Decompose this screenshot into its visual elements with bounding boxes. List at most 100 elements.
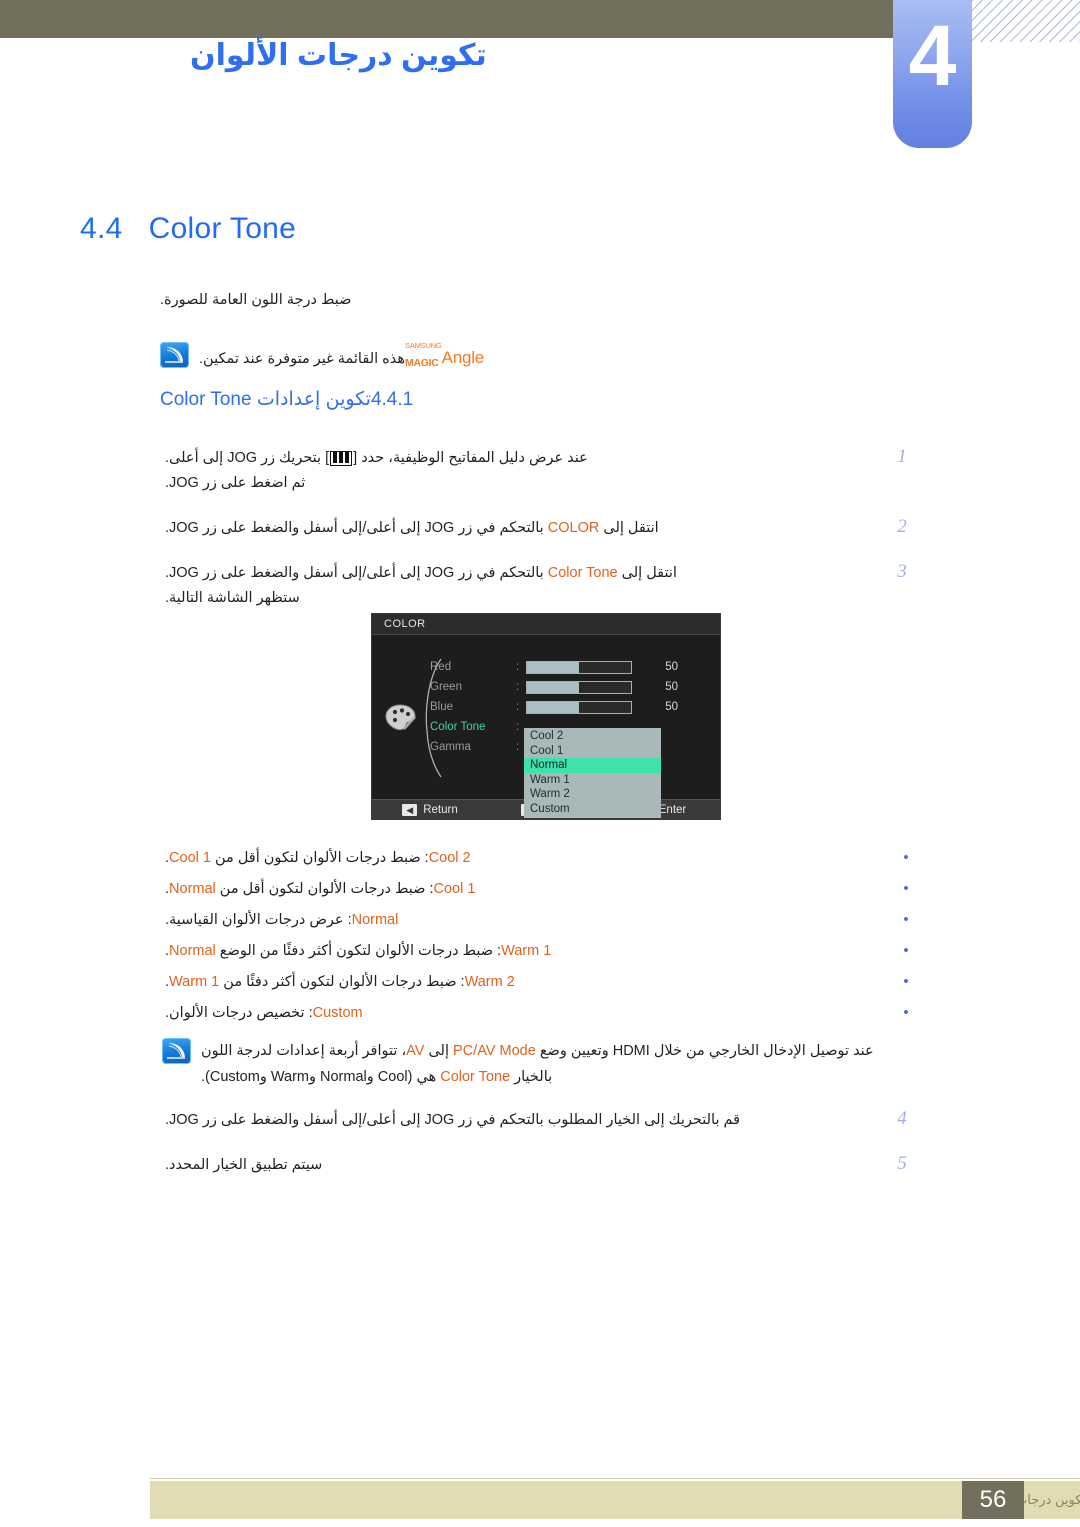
note-icon [162,1038,191,1064]
osd-action-label: Enter [658,803,687,816]
page-title: 4.4 Color Tone [80,212,1000,246]
bullet-dot: • [903,849,909,866]
bullet-text-a: : عرض درجات الألوان القياسية. [165,912,352,928]
step-item: 5 سيتم تطبيق الخيار المحدد. [165,1153,910,1178]
osd-row-label: Color Tone [430,721,486,733]
subsection-title-en: Color Tone [160,389,252,410]
dropdown-option-warm1[interactable]: Warm 1 [524,773,661,788]
header-hatch-pattern [972,0,1080,42]
osd-action-return[interactable]: ◀ Return [372,803,488,816]
step-index: 5 [897,1153,907,1174]
osd-title: COLOR [372,614,720,635]
osd-row-colon: : [516,661,520,673]
note2-highlight-colortone: Color Tone [440,1069,511,1085]
header-bar [0,0,893,38]
osd-action-label: Return [423,803,458,816]
left-arrow-icon: ◀ [402,803,418,816]
step-item: 1 عند عرض دليل المفاتيح الوظيفية، حدد []… [165,446,910,496]
bullet-dot: • [903,911,909,928]
step-item: 2 انتقل إلى COLOR بالتحكم في زر JOG إلى … [165,516,910,541]
note-availability: SAMSUNG MAGIC Angle هذه القائمة غير متوفرة … [160,340,910,370]
osd-row-blue[interactable]: Blue : 50 [430,697,720,717]
bullet-term: Custom [312,1005,363,1021]
samsung-label: SAMSUNG [405,341,442,350]
steps-list-continued: 4 قم بالتحريك إلى الخيار المطلوب بالتحكم… [165,1108,910,1198]
osd-row-label: Green [430,681,462,693]
step-body: انتقل إلى COLOR بالتحكم في زر JOG إلى أع… [165,516,880,541]
chapter-title: تكوين درجات الألوان [190,39,487,72]
note2-line1-c: ، تتوافر أربعة إعدادات لدرجة اللون [201,1043,407,1059]
step-text-b: بالتحكم في زر JOG إلى أعلى/إلى أسفل والض… [165,565,544,581]
osd-row-label: Gamma [430,741,471,753]
note-availability-prefix: هذه القائمة غير متوفرة عند تمكين [203,351,406,367]
feather-glyph [167,1043,185,1059]
note2-line2-a: بالخيار [514,1069,553,1085]
osd-row-value: 50 [665,661,678,673]
note2-line1-b: إلى [428,1043,449,1059]
bullet-text-a: : ضبط درجات الألوان لتكون أكثر دفئًا من … [219,943,502,959]
bullet-text: Custom: تخصيص درجات الألوان. [165,1001,890,1025]
note-hdmi-text: عند توصيل الإدخال الخارجي من خلال HDMI و… [201,1038,910,1090]
osd-slider-blue[interactable] [526,700,632,714]
step-body: عند عرض دليل المفاتيح الوظيفية، حدد [ ] ب… [165,446,880,496]
magic-label: MAGIC [405,357,439,369]
step-text-b: ] بتحريك زر JOG إلى أعلى. [165,450,330,466]
osd-row-colon: : [516,681,520,693]
bullet-term-secondary: Warm 1 [169,974,220,990]
osd-slider-green[interactable] [526,680,632,694]
bullet-dot: • [903,942,909,959]
step-index: 4 [897,1108,907,1129]
bullet-text: Cool 2: ضبط درجات الألوان لتكون أقل من C… [165,846,890,870]
dropdown-option-normal[interactable]: Normal [524,758,661,773]
footer-chapter-label: تكوين درجات الألوان [976,1492,1080,1507]
bullet-dot: • [903,1004,909,1021]
bullet-text-a: : ضبط درجات الألوان لتكون أكثر دفئًا من [223,974,465,990]
bullet-term-secondary: Normal [169,881,216,897]
bullet-text: Normal: عرض درجات الألوان القياسية. [165,908,890,932]
bullet-term-secondary: Cool 1 [169,850,211,866]
osd-row-red[interactable]: Red : 50 [430,657,720,677]
bullet-term-secondary: Normal [169,943,216,959]
step-index: 1 [897,446,907,467]
subsection-number: 4.4.1 [370,389,414,410]
osd-row-label: Blue [430,701,454,713]
subsection-title-ar: تكوين إعدادات [256,389,371,410]
chapter-tab: 4 [893,0,972,148]
color-tone-options-list: • Cool 2: ضبط درجات الألوان لتكون أقل من… [165,846,910,1032]
osd-row-colon: : [516,701,520,713]
bullet-term: Warm 1 [501,943,552,959]
step-body: سيتم تطبيق الخيار المحدد. [165,1157,323,1173]
step-text-a: عند عرض دليل المفاتيح الوظيفية، حدد [ [353,450,588,466]
dropdown-option-cool1[interactable]: Cool 1 [524,744,661,759]
osd-dropdown-color-tone[interactable]: Cool 2 Cool 1 Normal Warm 1 Warm 2 Custo… [524,728,661,818]
page-number: 56 [962,1481,1024,1519]
note2-line1-a: عند توصيل الإدخال الخارجي من خلال HDMI و… [539,1043,874,1059]
bullet-text-a: : تخصيص درجات الألوان. [165,1005,313,1021]
step-body: انتقل إلى Color Tone بالتحكم في زر JOG إ… [165,561,880,611]
dropdown-option-cool2[interactable]: Cool 2 [524,729,661,744]
bullet-dot: • [903,880,909,897]
list-item: • Warm 2: ضبط درجات الألوان لتكون أكثر د… [165,970,910,994]
section-title-text: Color Tone [148,212,297,245]
note-availability-text: SAMSUNG MAGIC Angle هذه القائمة غير متوفرة … [199,341,484,369]
bullet-term: Cool 1 [433,881,476,897]
feather-glyph [165,347,183,363]
bullet-term: Cool 2 [428,850,471,866]
osd-row-green[interactable]: Green : 50 [430,677,720,697]
manual-page: 4 تكوين درجات الألوان 4.4 Color Tone ضبط … [0,0,1080,1527]
osd-row-value: 50 [665,701,678,713]
dropdown-option-warm2[interactable]: Warm 2 [524,787,661,802]
step-text-b: بالتحكم في زر JOG إلى أعلى/إلى أسفل والض… [165,520,544,536]
steps-list: 1 عند عرض دليل المفاتيح الوظيفية، حدد []… [165,446,910,631]
dropdown-option-custom[interactable]: Custom [524,802,661,817]
magic-angle-brand: SAMSUNG MAGIC Angle [405,341,484,369]
osd-slider-red[interactable] [526,660,632,674]
step-highlight: Color Tone [547,565,618,581]
list-item: • Normal: عرض درجات الألوان القياسية. [165,908,910,932]
step-highlight: COLOR [547,520,600,536]
note2-highlight-av: AV [406,1043,425,1059]
osd-body: Red : 50 Green : 50 Blue : 50 Color Tone… [372,635,720,818]
bullet-text-a: : ضبط درجات الألوان لتكون أقل من [219,881,434,897]
osd-row-value: 50 [665,681,678,693]
list-item: • Custom: تخصيص درجات الألوان. [165,1001,910,1025]
